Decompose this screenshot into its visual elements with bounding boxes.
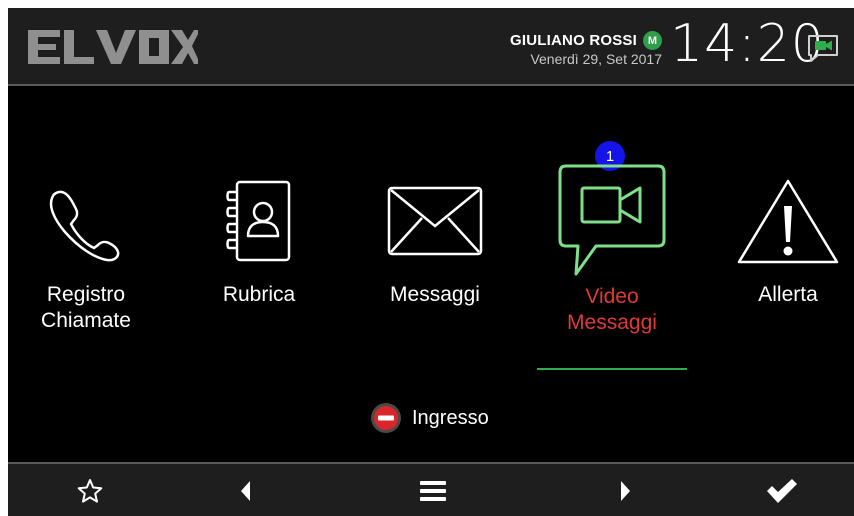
address-book-icon bbox=[226, 180, 291, 262]
arrow-right-icon bbox=[621, 481, 630, 501]
menu-item-alert[interactable]: Allerta bbox=[708, 176, 854, 308]
menu-button[interactable] bbox=[373, 464, 493, 516]
previous-button[interactable] bbox=[186, 464, 306, 516]
menu-label-messages: Messaggi bbox=[390, 283, 480, 306]
warning-icon bbox=[737, 179, 839, 264]
intercom-screen: GIULIANO ROSSI M Venerdì 29, Set 2017 14… bbox=[8, 8, 854, 516]
menu-label-address-book: Rubrica bbox=[222, 283, 296, 306]
user-name: GIULIANO ROSSI bbox=[510, 32, 637, 49]
menu-label-alert: Allerta bbox=[758, 283, 818, 306]
video-message-icon bbox=[558, 164, 666, 276]
confirm-button[interactable] bbox=[722, 464, 842, 516]
entrance-label: Ingresso bbox=[412, 406, 489, 429]
arrow-left-icon bbox=[241, 481, 250, 501]
brand-logo bbox=[28, 30, 198, 64]
main-menu: 1 Registro Chiamate Rubrica Messaggi Vid… bbox=[8, 86, 854, 462]
current-date: Venerdì 29, Set 2017 bbox=[530, 51, 662, 67]
no-entry-icon bbox=[371, 403, 401, 433]
active-tab-indicator bbox=[537, 368, 687, 370]
star-icon bbox=[77, 479, 103, 503]
user-status-badge: M bbox=[643, 31, 662, 50]
menu-item-video-messages[interactable]: Video Messaggi bbox=[532, 164, 692, 336]
menu-label-call-log: Registro Chiamate bbox=[41, 283, 131, 332]
bottom-navigation-bar bbox=[8, 462, 854, 516]
menu-item-call-log[interactable]: Registro Chiamate bbox=[8, 176, 166, 334]
clock: 14:20 bbox=[670, 14, 825, 74]
phone-icon bbox=[49, 190, 120, 262]
video-message-icon[interactable] bbox=[806, 33, 840, 63]
menu-label-video-messages: Video Messaggi bbox=[567, 285, 657, 334]
check-icon bbox=[767, 479, 797, 503]
user-info: GIULIANO ROSSI M Venerdì 29, Set 2017 bbox=[510, 31, 662, 67]
next-button[interactable] bbox=[565, 464, 685, 516]
entrance-selector[interactable]: Ingresso bbox=[370, 402, 489, 434]
envelope-icon bbox=[387, 186, 483, 256]
header-bar: GIULIANO ROSSI M Venerdì 29, Set 2017 14… bbox=[8, 8, 854, 86]
favorites-button[interactable] bbox=[30, 464, 150, 516]
menu-item-messages[interactable]: Messaggi bbox=[355, 176, 515, 308]
menu-icon bbox=[420, 481, 446, 501]
menu-item-address-book[interactable]: Rubrica bbox=[179, 176, 339, 308]
